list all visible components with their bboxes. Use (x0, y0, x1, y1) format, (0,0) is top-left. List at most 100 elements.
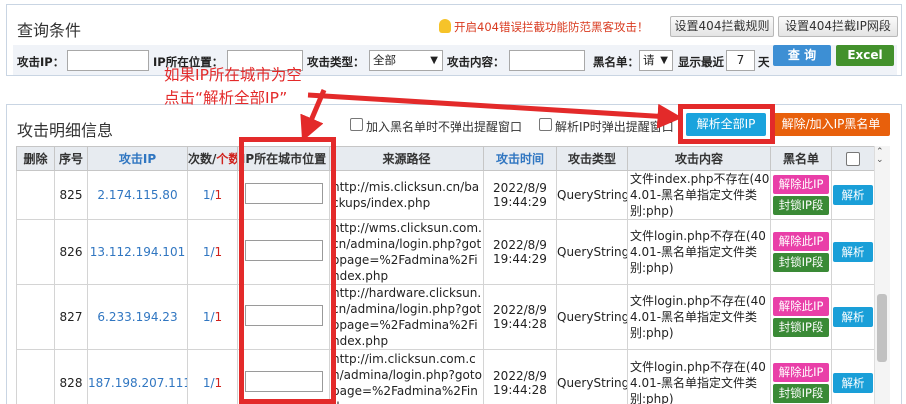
ip-city-input[interactable] (244, 305, 323, 326)
attack-content-cell: 文件login.php不存在(404.01-黑名单指定文件类别:php) (627, 284, 771, 350)
source-path-cell: http://wms.clicksun.com.cn/admina/login.… (329, 219, 484, 285)
col-count-label: 次数/ (188, 152, 217, 166)
attack-ip-cell[interactable]: 6.233.194.23 (87, 284, 188, 350)
attack-content-cell: 文件login.php不存在(404.01-黑名单指定文件类别:php) (627, 219, 771, 285)
no-popup-blacklist-checkbox[interactable] (350, 118, 363, 131)
ip-city-input[interactable] (244, 183, 323, 204)
ip-city-cell (237, 170, 330, 220)
excel-button[interactable]: Excel (836, 45, 894, 66)
no-popup-blacklist-label: 加入黑名单时不弹出提醒窗口 (366, 120, 523, 134)
select-all-checkbox[interactable] (846, 151, 860, 166)
ip-city-input[interactable] (244, 370, 323, 392)
delete-cell[interactable] (16, 219, 55, 285)
404-tip[interactable]: 开启404错误拦截功能防范黑客攻击！ (439, 19, 648, 35)
col-count-red-label: 个数 (216, 152, 236, 166)
attack-type-cell: QueryString (556, 284, 628, 350)
attack-date: 2022/8/9 (493, 181, 547, 195)
table-row: 826 13.112.194.101 1/1 http://wms.clicksun.… (16, 219, 875, 285)
attack-type-label: 攻击类型： (307, 55, 365, 69)
blacklist-label: 黑名单： (593, 55, 639, 69)
delete-cell[interactable] (16, 284, 55, 350)
delete-cell[interactable] (16, 349, 55, 404)
col-blacklist: 黑名单 (770, 146, 832, 171)
block-ip-segment-button[interactable]: 封锁IP段 (773, 383, 829, 403)
scrollbar-track[interactable] (874, 146, 890, 404)
table-header-row: 删除 序号 攻击IP 次数/个数 IP所在城市位置 来源路径 攻击时间 攻击类型… (16, 146, 875, 171)
annotation-line-1: 如果IP所在城市为空 (164, 66, 302, 84)
parse-ip-button[interactable]: 解析 (833, 242, 873, 262)
attack-ip-cell[interactable]: 13.112.194.101 (87, 219, 188, 285)
col-attack-time[interactable]: 攻击时间 (483, 146, 557, 171)
count-cell[interactable]: 1/1 (187, 170, 238, 220)
attack-type-cell: QueryString (556, 349, 628, 404)
query-panel: 查询条件 开启404错误拦截功能防范黑客攻击！ 设置404拦截规则 设置404拦… (6, 4, 902, 76)
col-attack-content: 攻击内容 (627, 146, 771, 171)
attack-time-cell: 2022/8/9 19:44:29 (483, 170, 557, 220)
seq-cell: 825 (54, 170, 88, 220)
detail-panel-title: 攻击明细信息 (17, 121, 114, 140)
block-ip-segment-button[interactable]: 封锁IP段 (773, 253, 829, 272)
parse-ip-button[interactable]: 解析 (833, 307, 873, 327)
parse-cell: 解析 (831, 284, 875, 350)
unblock-add-blacklist-button[interactable]: 解除/加入IP黑名单 (772, 113, 890, 136)
query-panel-title: 查询条件 (17, 21, 82, 40)
ip-city-cell (237, 349, 330, 404)
delete-cell[interactable] (16, 170, 55, 220)
attack-ip-label: 攻击IP： (17, 55, 65, 69)
parse-cell: 解析 (831, 219, 875, 285)
attack-ip-cell[interactable]: 187.198.207.111 (87, 349, 188, 404)
attack-type-value: 全部 (373, 53, 396, 67)
attack-date: 2022/8/9 (493, 368, 547, 383)
count-value: 1/ (202, 310, 215, 324)
parse-cell: 解析 (831, 349, 875, 404)
blacklist-select[interactable]: 请 ▼ (639, 50, 673, 71)
count-value: 1/ (202, 375, 215, 390)
unblock-ip-button[interactable]: 解除此IP (773, 297, 829, 316)
count-red-value: 1 (214, 310, 223, 324)
attack-time-cell: 2022/8/9 19:44:28 (483, 349, 557, 404)
parse-ip-button[interactable]: 解析 (833, 372, 873, 393)
popup-parse-label: 解析IP时弹出提醒窗口 (555, 120, 674, 134)
attack-detail-table: 删除 序号 攻击IP 次数/个数 IP所在城市位置 来源路径 攻击时间 攻击类型… (16, 146, 875, 404)
count-cell[interactable]: 1/1 (187, 219, 238, 285)
recent-days-input[interactable]: 7 (726, 50, 755, 71)
attack-type-select[interactable]: 全部 ▼ (369, 50, 443, 71)
attack-ip-cell[interactable]: 2.174.115.80 (87, 170, 188, 220)
unblock-ip-button[interactable]: 解除此IP (773, 232, 829, 251)
ip-city-input[interactable] (244, 240, 323, 261)
col-attack-ip[interactable]: 攻击IP (87, 146, 188, 171)
attack-clock: 19:44:28 (493, 317, 547, 331)
col-seq: 序号 (54, 146, 88, 171)
unblock-ip-button[interactable]: 解除此IP (773, 362, 829, 382)
annotation-line-2: 点击“解析全部IP” (164, 89, 288, 107)
sort-icon[interactable]: ⌃ ⌄ (876, 148, 884, 165)
col-delete: 删除 (16, 146, 55, 171)
attack-time-cell: 2022/8/9 19:44:28 (483, 284, 557, 350)
col-source-path: 来源路径 (329, 146, 484, 171)
attack-content-input[interactable] (509, 50, 585, 71)
attack-clock: 19:44:28 (493, 382, 547, 397)
scrollbar-thumb[interactable] (877, 294, 887, 362)
set-404-ip-button[interactable]: 设置404拦截IP网段 (778, 16, 898, 37)
404-tip-text[interactable]: 开启404错误拦截功能防范黑客攻击！ (454, 20, 648, 34)
search-button[interactable]: 查 询 (773, 45, 831, 66)
col-select-all[interactable] (831, 146, 875, 171)
count-value: 1/ (202, 245, 215, 259)
count-cell[interactable]: 1/1 (187, 349, 238, 404)
col-count[interactable]: 次数/个数 (187, 146, 238, 171)
table-row: 827 6.233.194.23 1/1 http://hardware.clicks… (16, 284, 875, 350)
attack-content-cell: 文件login.php不存在(404.01-黑名单指定文件类别:php) (627, 349, 771, 404)
attack-type-cell: QueryString (556, 219, 628, 285)
parse-all-ip-button[interactable]: 解析全部IP (686, 113, 766, 136)
attack-ip-input[interactable] (67, 50, 149, 71)
table-body: 825 2.174.115.80 1/1 http://mis.clicksun.cn… (16, 170, 875, 404)
popup-parse-checkbox[interactable] (539, 118, 552, 131)
block-ip-segment-button[interactable]: 封锁IP段 (773, 318, 829, 337)
count-cell[interactable]: 1/1 (187, 284, 238, 350)
attack-content-label: 攻击内容： (447, 55, 505, 69)
unblock-ip-button[interactable]: 解除此IP (773, 175, 829, 194)
recent-label: 显示最近 (678, 55, 724, 69)
parse-ip-button[interactable]: 解析 (833, 185, 873, 205)
block-ip-segment-button[interactable]: 封锁IP段 (773, 196, 829, 215)
set-404-rule-button[interactable]: 设置404拦截规则 (670, 16, 774, 37)
